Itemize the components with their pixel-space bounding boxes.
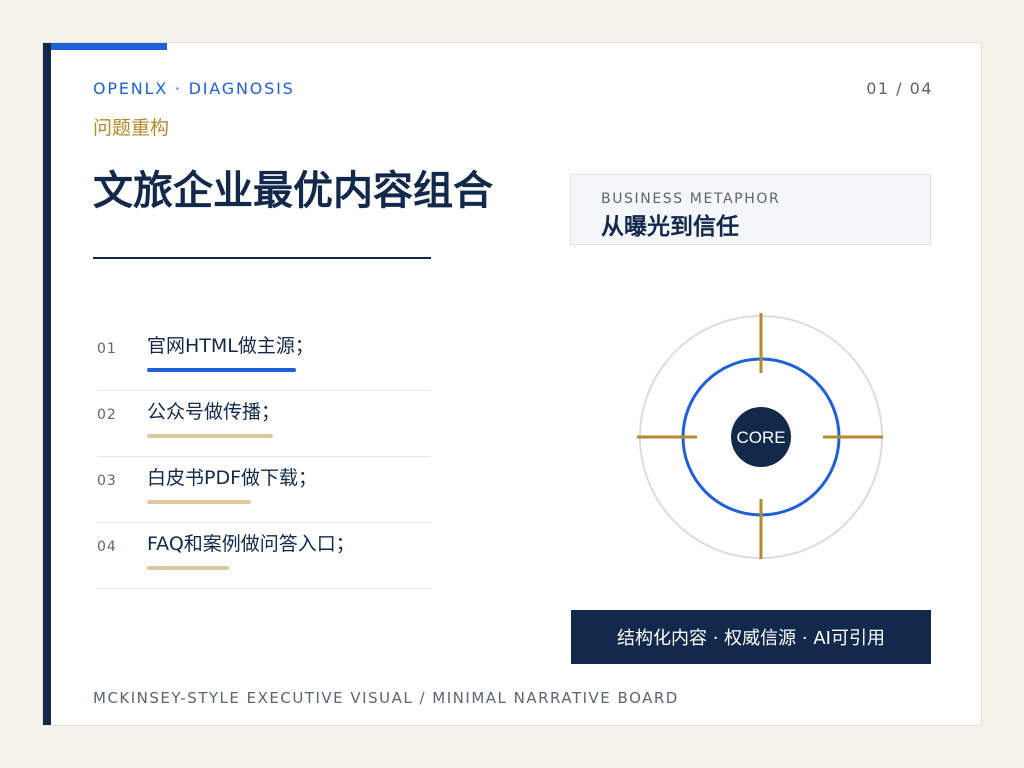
item-progress-bar: [147, 434, 273, 438]
item-number: 02: [97, 407, 117, 423]
kicker: OPENLX · DIAGNOSIS: [93, 79, 295, 98]
eyebrow: 问题重构: [93, 117, 170, 139]
page-indicator: 01 / 04: [866, 79, 933, 98]
metaphor-box: BUSINESS METAPHOR 从曝光到信任: [570, 174, 931, 245]
core-label: CORE: [736, 428, 785, 447]
item-progress-bar: [147, 566, 229, 570]
title-underline: [93, 257, 431, 259]
item-label: 官网HTML做主源；: [147, 335, 314, 357]
page-title: 文旅企业最优内容组合: [93, 168, 493, 214]
item-progress-bar: [147, 368, 296, 372]
metaphor-label: BUSINESS METAPHOR: [601, 191, 781, 207]
item-label: 白皮书PDF做下载；: [147, 467, 318, 489]
item-number: 04: [97, 539, 117, 555]
list-item: 02 公众号做传播；: [97, 391, 431, 457]
target-diagram: CORE: [637, 313, 883, 559]
list-item: 04 FAQ和案例做问答入口；: [97, 523, 431, 589]
footer-caption: MCKINSEY-STYLE EXECUTIVE VISUAL / MINIMA…: [93, 689, 679, 707]
item-label: 公众号做传播；: [147, 401, 281, 423]
item-progress-bar: [147, 500, 251, 504]
list-item: 01 官网HTML做主源；: [97, 325, 431, 391]
item-number: 03: [97, 473, 117, 489]
content-list: 01 官网HTML做主源； 02 公众号做传播； 03 白皮书PDF做下载； 0…: [97, 325, 431, 589]
tagline-banner: 结构化内容 · 权威信源 · AI可引用: [571, 610, 931, 664]
slide-card: OPENLX · DIAGNOSIS 01 / 04 问题重构 文旅企业最优内容…: [42, 42, 982, 726]
item-label: FAQ和案例做问答入口；: [147, 533, 355, 555]
item-number: 01: [97, 341, 117, 357]
metaphor-title: 从曝光到信任: [601, 214, 739, 240]
list-item: 03 白皮书PDF做下载；: [97, 457, 431, 523]
left-accent-bar: [43, 43, 51, 725]
top-accent-bar: [51, 43, 167, 50]
